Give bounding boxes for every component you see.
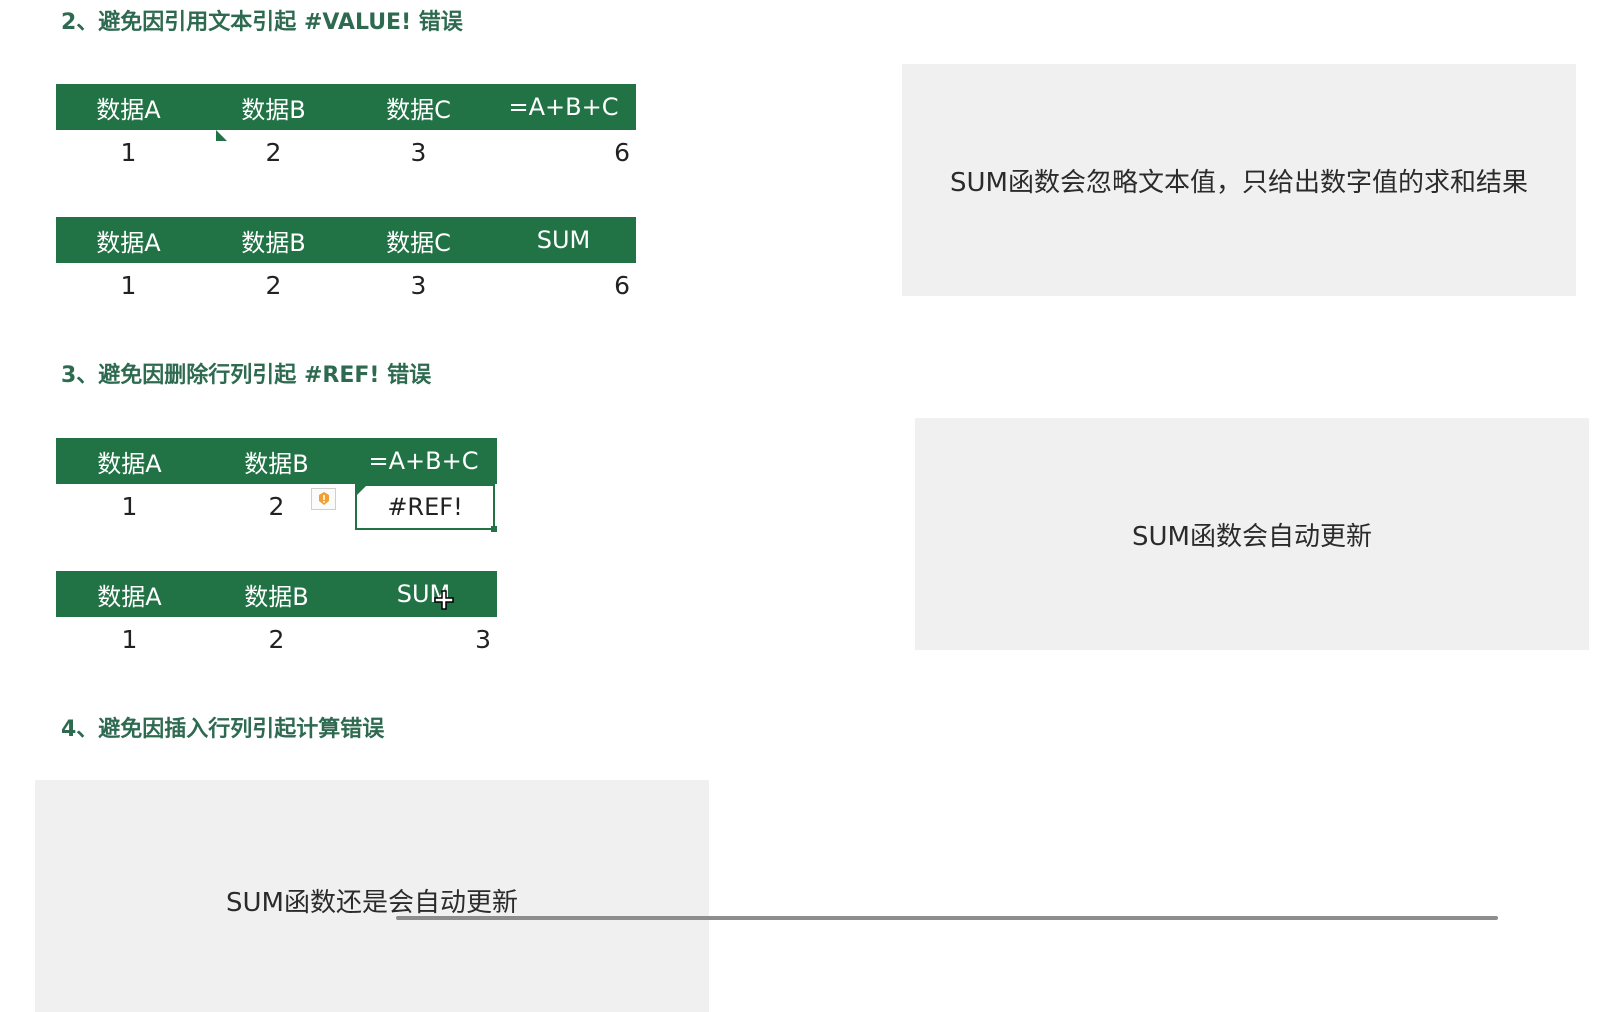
table-header: 数据A 数据B SUM: [56, 571, 497, 617]
header-cell[interactable]: 数据A: [56, 90, 201, 125]
header-cell[interactable]: 数据C: [346, 223, 491, 258]
header-cell[interactable]: 数据A: [56, 223, 201, 258]
note-box-auto-update: SUM函数会自动更新: [915, 418, 1589, 650]
header-cell[interactable]: =A+B+C: [350, 447, 497, 475]
header-cell[interactable]: 数据B: [203, 444, 350, 479]
fill-handle[interactable]: [491, 526, 497, 532]
data-cell[interactable]: 6: [491, 138, 636, 167]
data-cell[interactable]: 3: [346, 138, 491, 167]
header-cell[interactable]: 数据B: [201, 90, 346, 125]
horizontal-scrollbar[interactable]: [396, 916, 1498, 920]
note-text: SUM函数会忽略文本值，只给出数字值的求和结果: [950, 167, 1528, 198]
note-box-text-ignored: SUM函数会忽略文本值，只给出数字值的求和结果: [902, 64, 1576, 296]
error-warning-icon: [318, 492, 329, 505]
data-cell[interactable]: 1: [56, 625, 203, 654]
data-cell[interactable]: 3: [350, 625, 497, 654]
data-cell[interactable]: 3: [346, 271, 491, 300]
header-cell[interactable]: 数据A: [56, 577, 203, 612]
ref-error-value: #REF!: [387, 493, 463, 521]
value-sum-table: 数据A 数据B 数据C SUM 1 2 3 6: [56, 217, 636, 307]
data-cell[interactable]: 6: [491, 271, 636, 300]
header-cell[interactable]: 数据B: [203, 577, 350, 612]
data-cell[interactable]: 2: [201, 271, 346, 300]
note-box-insert-update: SUM函数还是会自动更新: [35, 780, 709, 1012]
table-header: 数据A 数据B 数据C SUM: [56, 217, 636, 263]
data-cell[interactable]: 2: [203, 625, 350, 654]
cell-error-marker: [357, 486, 366, 495]
table-row: 1 2 3: [56, 617, 497, 661]
move-cursor-icon: [434, 590, 454, 610]
table-header: 数据A 数据B 数据C =A+B+C: [56, 84, 636, 130]
header-cell[interactable]: 数据A: [56, 444, 203, 479]
value-error-formula-table: 数据A 数据B 数据C =A+B+C 1 2 3 6: [56, 84, 636, 174]
section2-heading: 2、避免因引用文本引起 #VALUE! 错误: [61, 10, 463, 35]
header-cell[interactable]: SUM: [491, 226, 636, 254]
section4-heading: 4、避免因插入行列引起计算错误: [61, 717, 385, 742]
table-row: 1 2 3 6: [56, 263, 636, 307]
data-cell[interactable]: 1: [56, 138, 201, 167]
cell-error-marker: [216, 130, 227, 141]
header-cell[interactable]: =A+B+C: [491, 93, 636, 121]
header-cell[interactable]: 数据B: [201, 223, 346, 258]
data-cell[interactable]: 1: [56, 271, 201, 300]
selected-ref-error-cell[interactable]: #REF!: [355, 484, 497, 532]
data-cell[interactable]: 1: [56, 492, 203, 521]
note-text: SUM函数还是会自动更新: [226, 888, 518, 918]
section3-heading: 3、避免因删除行列引起 #REF! 错误: [61, 363, 432, 388]
table-header: 数据A 数据B =A+B+C: [56, 438, 497, 484]
ref-sum-table: 数据A 数据B SUM 1 2 3: [56, 571, 497, 661]
header-cell[interactable]: SUM: [350, 580, 497, 608]
error-check-button[interactable]: [311, 488, 336, 510]
header-cell[interactable]: 数据C: [346, 90, 491, 125]
data-cell[interactable]: 2: [201, 138, 346, 167]
table-row: 1 2 3 6: [56, 130, 636, 174]
note-text: SUM函数会自动更新: [1132, 521, 1372, 552]
